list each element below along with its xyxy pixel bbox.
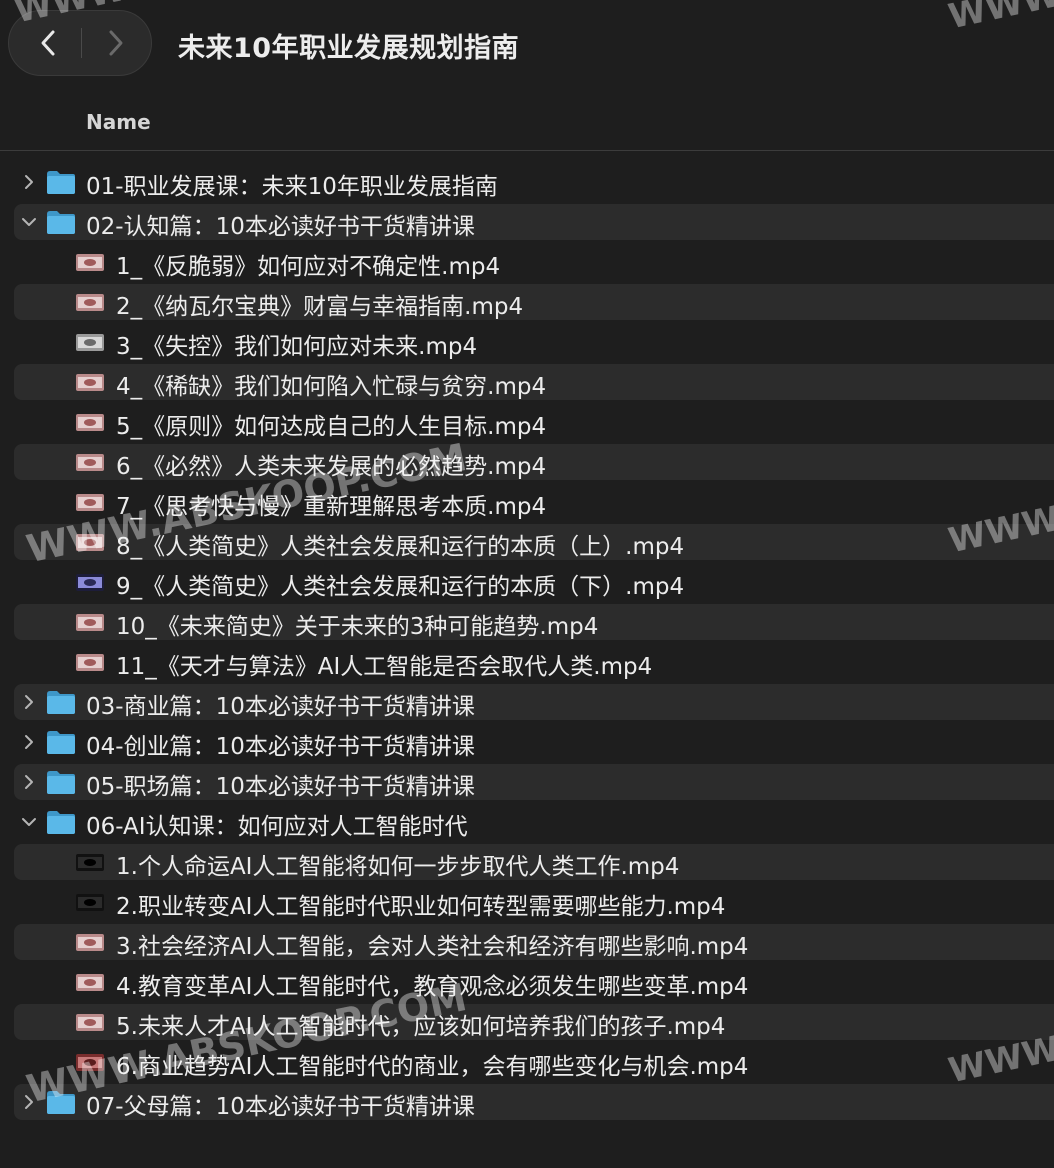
file-name: 10_《未来简史》关于未来的3种可能趋势.mp4 [116,614,599,640]
file-row[interactable]: 2.职业转变AI人工智能时代职业如何转型需要哪些能力.mp4 [0,882,1054,922]
video-thumbnail-icon [76,454,104,471]
chevron-down-icon[interactable] [18,810,40,834]
chevron-right-icon[interactable] [18,690,40,714]
video-thumbnail-icon [76,854,104,871]
window-title: 未来10年职业发展规划指南 [178,33,520,64]
video-thumbnail-icon [76,1014,104,1031]
video-thumbnail-icon [76,334,104,351]
file-name: 3_《失控》我们如何应对未来.mp4 [116,334,478,360]
video-thumbnail-icon [76,294,104,311]
file-row[interactable]: 3_《失控》我们如何应对未来.mp4 [0,322,1054,362]
file-row[interactable]: 2_《纳瓦尔宝典》财富与幸福指南.mp4 [0,282,1054,322]
folder-name: 04-创业篇：10本必读好书干货精讲课 [86,734,475,760]
forward-button[interactable] [81,11,151,75]
video-thumbnail-icon [76,654,104,671]
file-list: 01-职业发展课：未来10年职业发展指南 02-认知篇：10本必读好书干货精讲课 1… [0,162,1054,1122]
column-header-name[interactable]: Name [86,110,151,134]
folder-row[interactable]: 02-认知篇：10本必读好书干货精讲课 [0,202,1054,242]
file-name: 2.职业转变AI人工智能时代职业如何转型需要哪些能力.mp4 [116,894,726,920]
back-button[interactable] [13,11,83,75]
column-header-bar: Name [0,100,1054,148]
folder-icon [46,1089,76,1115]
file-name: 8_《人类简史》人类社会发展和运行的本质（上）.mp4 [116,534,685,560]
folder-icon [46,729,76,755]
chevron-right-icon [106,28,126,58]
video-thumbnail-icon [76,494,104,511]
file-row[interactable]: 3.社会经济AI人工智能，会对人类社会和经济有哪些影响.mp4 [0,922,1054,962]
file-row[interactable]: 1.个人命运AI人工智能将如何一步步取代人类工作.mp4 [0,842,1054,882]
file-row[interactable]: 5.未来人才AI人工智能时代，应该如何培养我们的孩子.mp4 [0,1002,1054,1042]
folder-icon [46,809,76,835]
toolbar: 未来10年职业发展规划指南 [0,0,1054,90]
chevron-right-icon[interactable] [18,770,40,794]
file-name: 4_《稀缺》我们如何陷入忙碌与贫穷.mp4 [116,374,547,400]
folder-name: 05-职场篇：10本必读好书干货精讲课 [86,774,475,800]
folder-icon [46,769,76,795]
navigation-pill [8,10,152,76]
video-thumbnail-icon [76,894,104,911]
folder-row[interactable]: 07-父母篇：10本必读好书干货精讲课 [0,1082,1054,1122]
chevron-right-icon[interactable] [18,730,40,754]
file-name: 5_《原则》如何达成自己的人生目标.mp4 [116,414,547,440]
file-row[interactable]: 4.教育变革AI人工智能时代，教育观念必须发生哪些变革.mp4 [0,962,1054,1002]
video-thumbnail-icon [76,254,104,271]
file-row[interactable]: 8_《人类简史》人类社会发展和运行的本质（上）.mp4 [0,522,1054,562]
file-name: 5.未来人才AI人工智能时代，应该如何培养我们的孩子.mp4 [116,1014,726,1040]
video-thumbnail-icon [76,974,104,991]
video-thumbnail-icon [76,1054,104,1071]
video-thumbnail-icon [76,414,104,431]
folder-row[interactable]: 01-职业发展课：未来10年职业发展指南 [0,162,1054,202]
folder-icon [46,209,76,235]
folder-icon [46,689,76,715]
file-row[interactable]: 9_《人类简史》人类社会发展和运行的本质（下）.mp4 [0,562,1054,602]
file-name: 6_《必然》人类未来发展的必然趋势.mp4 [116,454,547,480]
file-name: 11_《天才与算法》AI人工智能是否会取代人类.mp4 [116,654,653,680]
folder-name: 01-职业发展课：未来10年职业发展指南 [86,174,498,200]
file-row[interactable]: 6.商业趋势AI人工智能时代的商业，会有哪些变化与机会.mp4 [0,1042,1054,1082]
chevron-right-icon[interactable] [18,1090,40,1114]
file-name: 2_《纳瓦尔宝典》财富与幸福指南.mp4 [116,294,524,320]
chevron-left-icon [38,28,58,58]
video-thumbnail-icon [76,574,104,591]
folder-row[interactable]: 05-职场篇：10本必读好书干货精讲课 [0,762,1054,802]
file-name: 9_《人类简史》人类社会发展和运行的本质（下）.mp4 [116,574,685,600]
file-row[interactable]: 4_《稀缺》我们如何陷入忙碌与贫穷.mp4 [0,362,1054,402]
video-thumbnail-icon [76,374,104,391]
folder-row[interactable]: 06-AI认知课：如何应对人工智能时代 [0,802,1054,842]
folder-name: 02-认知篇：10本必读好书干货精讲课 [86,214,475,240]
file-row[interactable]: 5_《原则》如何达成自己的人生目标.mp4 [0,402,1054,442]
file-name: 4.教育变革AI人工智能时代，教育观念必须发生哪些变革.mp4 [116,974,749,1000]
file-name: 6.商业趋势AI人工智能时代的商业，会有哪些变化与机会.mp4 [116,1054,749,1080]
chevron-right-icon[interactable] [18,170,40,194]
folder-name: 07-父母篇：10本必读好书干货精讲课 [86,1094,475,1120]
chevron-down-icon[interactable] [18,210,40,234]
file-row[interactable]: 1_《反脆弱》如何应对不确定性.mp4 [0,242,1054,282]
folder-name: 03-商业篇：10本必读好书干货精讲课 [86,694,475,720]
header-divider [0,150,1054,151]
file-row[interactable]: 11_《天才与算法》AI人工智能是否会取代人类.mp4 [0,642,1054,682]
file-name: 1_《反脆弱》如何应对不确定性.mp4 [116,254,501,280]
video-thumbnail-icon [76,934,104,951]
folder-row[interactable]: 03-商业篇：10本必读好书干货精讲课 [0,682,1054,722]
video-thumbnail-icon [76,534,104,551]
video-thumbnail-icon [76,614,104,631]
file-row[interactable]: 10_《未来简史》关于未来的3种可能趋势.mp4 [0,602,1054,642]
folder-name: 06-AI认知课：如何应对人工智能时代 [86,814,468,840]
file-row[interactable]: 6_《必然》人类未来发展的必然趋势.mp4 [0,442,1054,482]
file-name: 1.个人命运AI人工智能将如何一步步取代人类工作.mp4 [116,854,680,880]
file-row[interactable]: 7_《思考快与慢》重新理解思考本质.mp4 [0,482,1054,522]
file-name: 3.社会经济AI人工智能，会对人类社会和经济有哪些影响.mp4 [116,934,749,960]
file-name: 7_《思考快与慢》重新理解思考本质.mp4 [116,494,547,520]
folder-row[interactable]: 04-创业篇：10本必读好书干货精讲课 [0,722,1054,762]
folder-icon [46,169,76,195]
